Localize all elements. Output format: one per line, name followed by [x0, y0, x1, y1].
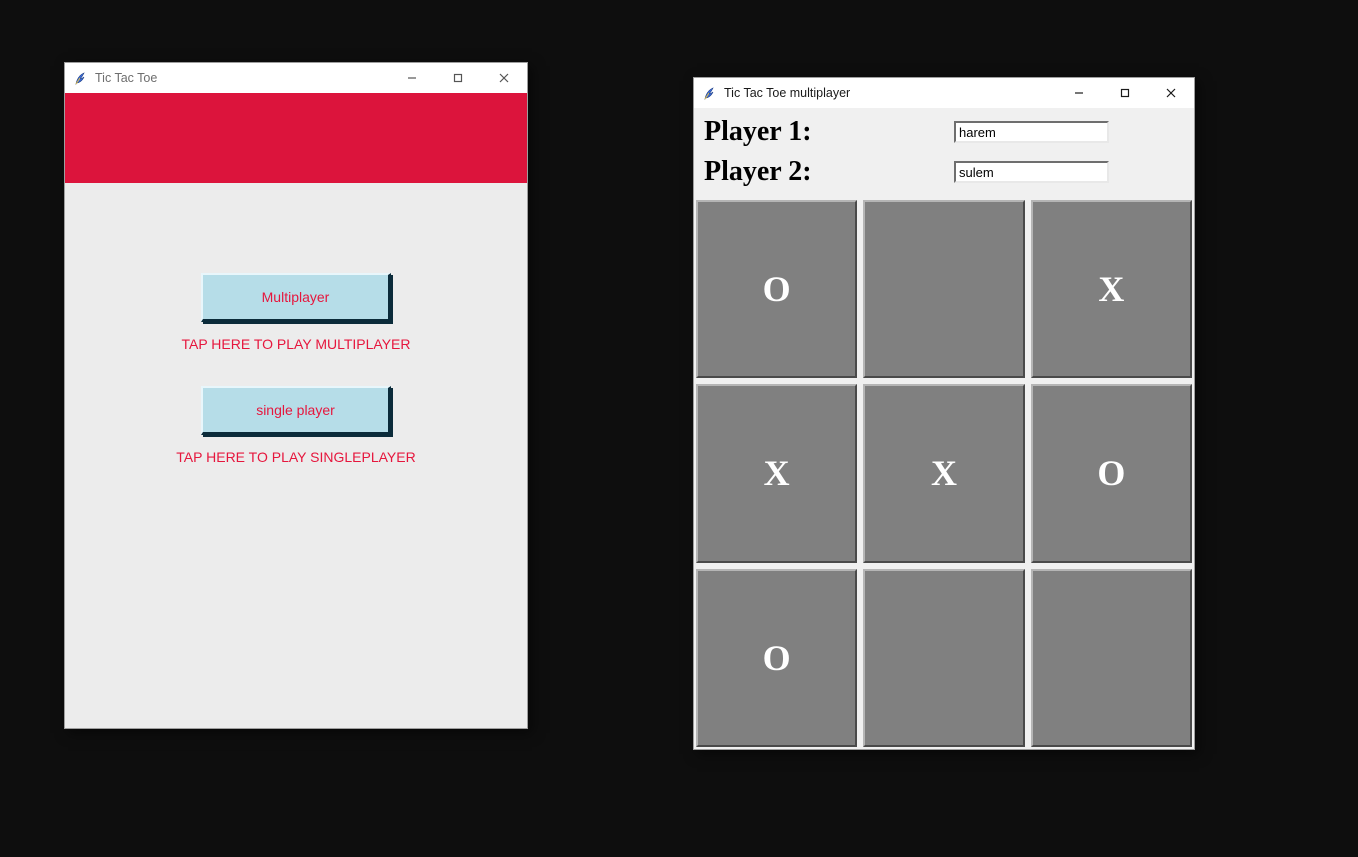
cell-2-2[interactable] [1031, 569, 1192, 747]
player-form: Player 1: Player 2: [694, 108, 1194, 198]
player2-label: Player 2: [704, 156, 954, 188]
player2-input[interactable] [954, 161, 1109, 183]
cell-1-1[interactable]: X [863, 384, 1024, 562]
cell-0-1[interactable] [863, 200, 1024, 378]
cell-0-0[interactable]: O [696, 200, 857, 378]
player1-row: Player 1: [704, 112, 1184, 152]
player1-input[interactable] [954, 121, 1109, 143]
board-titlebar[interactable]: Tic Tac Toe multiplayer [694, 78, 1194, 108]
maximize-button[interactable] [435, 63, 481, 93]
singleplayer-button[interactable]: single player [201, 386, 391, 435]
player2-row: Player 2: [704, 152, 1184, 192]
menu-titlebar[interactable]: Tic Tac Toe [65, 63, 527, 93]
singleplayer-button-label: single player [256, 402, 335, 418]
multiplayer-hint: TAP HERE TO PLAY MULTIPLAYER [181, 336, 410, 352]
singleplayer-hint: TAP HERE TO PLAY SINGLEPLAYER [176, 449, 415, 465]
minimize-button[interactable] [389, 63, 435, 93]
maximize-button[interactable] [1102, 78, 1148, 108]
menu-client-area: Multiplayer TAP HERE TO PLAY MULTIPLAYER… [65, 93, 527, 728]
menu-window-title: Tic Tac Toe [95, 71, 157, 85]
cell-1-2[interactable]: O [1031, 384, 1192, 562]
menu-window: Tic Tac Toe Multiplayer TAP HERE TO PLAY… [64, 62, 528, 729]
close-button[interactable] [1148, 78, 1194, 108]
cell-2-0[interactable]: O [696, 569, 857, 747]
minimize-button[interactable] [1056, 78, 1102, 108]
player1-label: Player 1: [704, 116, 954, 148]
multiplayer-button[interactable]: Multiplayer [201, 273, 391, 322]
cell-0-2[interactable]: X [1031, 200, 1192, 378]
tk-feather-icon [73, 70, 89, 86]
board-window-title: Tic Tac Toe multiplayer [724, 86, 850, 100]
cell-2-1[interactable] [863, 569, 1024, 747]
multiplayer-button-label: Multiplayer [262, 289, 330, 305]
game-board: O X X X O O [694, 198, 1194, 749]
cell-1-0[interactable]: X [696, 384, 857, 562]
close-button[interactable] [481, 63, 527, 93]
header-band [65, 93, 527, 183]
board-client-area: Player 1: Player 2: O X X X O O [694, 108, 1194, 749]
tk-feather-icon [702, 85, 718, 101]
board-window: Tic Tac Toe multiplayer Player 1: Player… [693, 77, 1195, 750]
menu-stack: Multiplayer TAP HERE TO PLAY MULTIPLAYER… [65, 273, 527, 499]
